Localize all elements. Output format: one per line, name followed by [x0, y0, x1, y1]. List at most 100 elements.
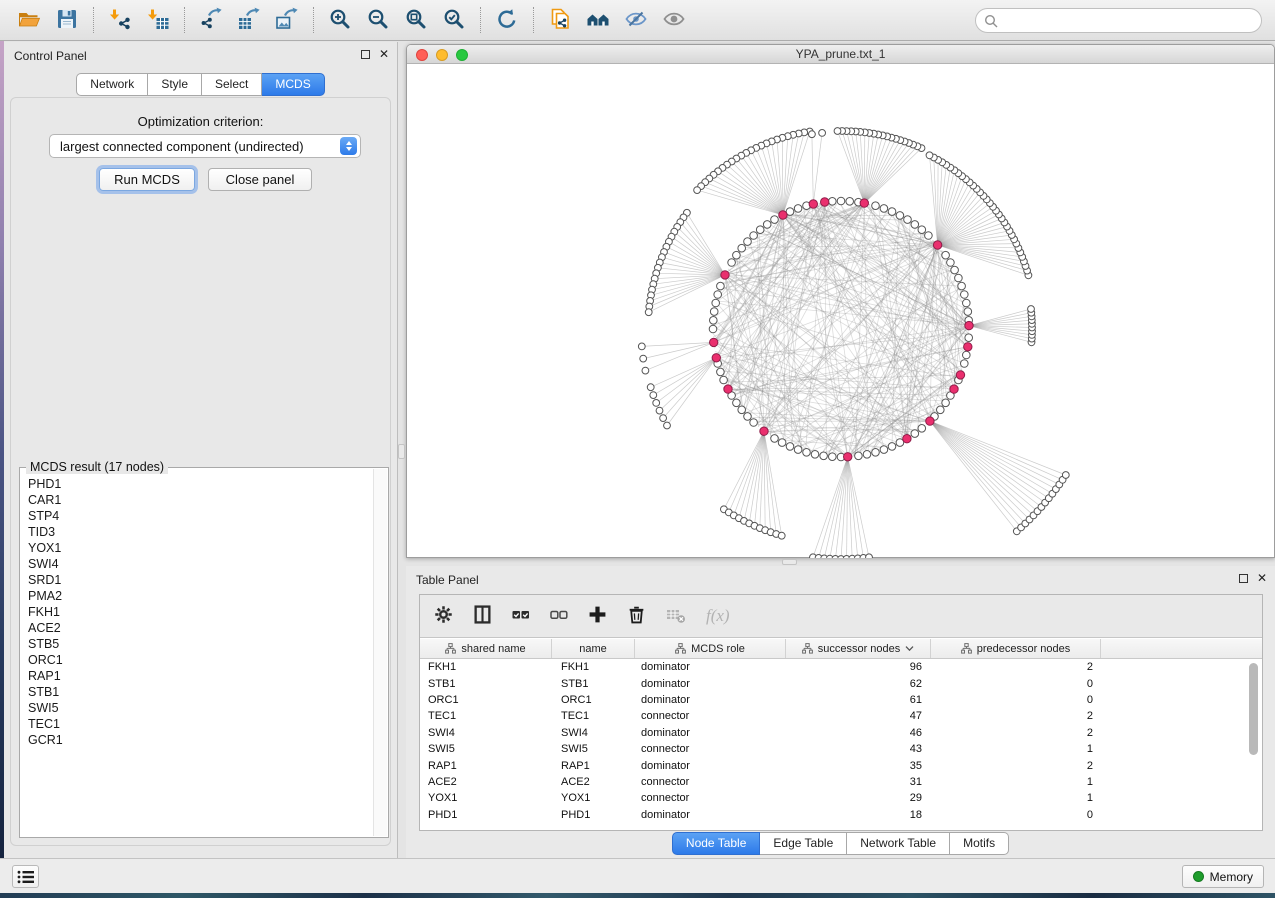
toolbar-separator	[184, 7, 185, 33]
column-type-icon	[802, 643, 813, 654]
column-header-MCDS-role[interactable]: MCDS role	[635, 639, 786, 658]
save-session-button[interactable]	[48, 3, 86, 37]
mcds-result-item[interactable]: ACE2	[21, 620, 373, 636]
table-row[interactable]: YOX1YOX1connector291	[420, 790, 1262, 806]
table-scrollbar-thumb[interactable]	[1249, 663, 1258, 755]
search-box[interactable]	[975, 8, 1262, 33]
table-options-button[interactable]	[434, 605, 453, 627]
mcds-result-item[interactable]: TEC1	[21, 716, 373, 732]
tab-node-table[interactable]: Node Table	[672, 832, 761, 855]
export-table-button[interactable]	[230, 3, 268, 37]
table-row[interactable]: ACE2ACE2connector311	[420, 774, 1262, 790]
cell-shared-name: RAP1	[420, 760, 552, 772]
mcds-result-item[interactable]: SWI4	[21, 556, 373, 572]
table-row[interactable]: ORC1ORC1dominator610	[420, 692, 1262, 708]
delete-columns-button[interactable]	[627, 605, 646, 627]
minimize-window-icon[interactable]	[436, 49, 448, 61]
column-header-name[interactable]: name	[552, 639, 635, 658]
float-panel-icon[interactable]	[1239, 574, 1248, 583]
network-window-titlebar[interactable]: YPA_prune.txt_1	[407, 45, 1274, 64]
float-panel-icon[interactable]	[361, 50, 370, 59]
import-table-button[interactable]	[139, 3, 177, 37]
mcds-result-item[interactable]: STP4	[21, 508, 373, 524]
apply-layout-button[interactable]	[488, 3, 526, 37]
mcds-hub-node	[860, 199, 868, 207]
mcds-hub-node	[710, 338, 718, 346]
tab-style[interactable]: Style	[148, 73, 202, 96]
mcds-list-scrollbar[interactable]	[373, 469, 387, 836]
zoom-out-button[interactable]	[359, 3, 397, 37]
cell-successor-nodes: 46	[786, 727, 931, 739]
tab-network-table[interactable]: Network Table	[847, 832, 950, 855]
cell-predecessor-nodes: 2	[931, 727, 1101, 739]
close-panel-icon[interactable]: ✕	[379, 48, 389, 60]
vertical-split-grip[interactable]	[398, 444, 405, 459]
tab-edge-table[interactable]: Edge Table	[760, 832, 847, 855]
zoom-fit-button[interactable]	[397, 3, 435, 37]
tab-motifs[interactable]: Motifs	[950, 832, 1009, 855]
maximize-window-icon[interactable]	[456, 49, 468, 61]
select-all-rows-button[interactable]	[512, 606, 530, 627]
table-row[interactable]: SWI4SWI4dominator462	[420, 725, 1262, 741]
column-header-successor-nodes[interactable]: successor nodes	[786, 639, 931, 658]
mcds-result-item[interactable]: RAP1	[21, 668, 373, 684]
mcds-result-item[interactable]: YOX1	[21, 540, 373, 556]
mcds-result-item[interactable]: SWI5	[21, 700, 373, 716]
table-row[interactable]: SWI5SWI5connector431	[420, 741, 1262, 757]
column-browser-button[interactable]	[473, 605, 492, 627]
cell-MCDS-role: dominator	[635, 727, 786, 739]
table-row[interactable]: STB1STB1dominator620	[420, 675, 1262, 691]
close-panel-button[interactable]: Close panel	[208, 168, 312, 191]
cell-MCDS-role: dominator	[635, 760, 786, 772]
run-mcds-button[interactable]: Run MCDS	[99, 168, 195, 191]
mcds-result-item[interactable]: TID3	[21, 524, 373, 540]
cell-predecessor-nodes: 1	[931, 776, 1101, 788]
column-header-predecessor-nodes[interactable]: predecessor nodes	[931, 639, 1101, 658]
mcds-result-item[interactable]: SRD1	[21, 572, 373, 588]
network-view-canvas[interactable]	[407, 65, 1274, 558]
export-network-button[interactable]	[192, 3, 230, 37]
close-panel-icon[interactable]: ✕	[1257, 572, 1267, 584]
unselect-all-rows-button[interactable]	[550, 606, 568, 627]
mcds-result-item[interactable]: PMA2	[21, 588, 373, 604]
mcds-result-item[interactable]: FKH1	[21, 604, 373, 620]
show-all-button[interactable]	[655, 3, 693, 37]
tab-network[interactable]: Network	[76, 73, 148, 96]
mcds-result-item[interactable]: CAR1	[21, 492, 373, 508]
horizontal-split-grip[interactable]	[782, 559, 797, 565]
column-header-filler	[1101, 639, 1262, 658]
export-image-button[interactable]	[268, 3, 306, 37]
create-column-button[interactable]	[588, 605, 607, 627]
zoom-in-button[interactable]	[321, 3, 359, 37]
tab-mcds[interactable]: MCDS	[262, 73, 324, 96]
cell-predecessor-nodes: 1	[931, 743, 1101, 755]
table-panel: Table Panel ✕ f(x) shared namenameMCDS r…	[406, 566, 1275, 858]
optimization-criterion-select[interactable]: largest connected component (undirected)	[49, 134, 361, 158]
open-session-button[interactable]	[10, 3, 48, 37]
mcds-result-item[interactable]: ORC1	[21, 652, 373, 668]
cell-shared-name: STB1	[420, 678, 552, 690]
zoom-selected-button[interactable]	[435, 3, 473, 37]
control-panel-title: Control Panel	[14, 49, 87, 63]
column-header-shared-name[interactable]: shared name	[420, 639, 552, 658]
table-panel-title: Table Panel	[416, 573, 479, 587]
search-input[interactable]	[1002, 10, 1253, 31]
zoom-selected-icon	[442, 7, 466, 34]
table-row[interactable]: FKH1FKH1dominator962	[420, 659, 1262, 675]
table-row[interactable]: RAP1RAP1dominator352	[420, 757, 1262, 773]
import-table-icon	[146, 7, 170, 34]
select-first-neighbors-button[interactable]	[579, 3, 617, 37]
mcds-result-item[interactable]: STB5	[21, 636, 373, 652]
hide-selected-button[interactable]	[617, 3, 655, 37]
new-network-from-selection-button[interactable]	[541, 3, 579, 37]
mcds-result-item[interactable]: STB1	[21, 684, 373, 700]
mcds-result-item[interactable]: PHD1	[21, 476, 373, 492]
mcds-result-item[interactable]: GCR1	[21, 732, 373, 748]
tab-select[interactable]: Select	[202, 73, 262, 96]
table-row[interactable]: TEC1TEC1connector472	[420, 708, 1262, 724]
automation-panel-button[interactable]	[12, 865, 39, 888]
import-network-button[interactable]	[101, 3, 139, 37]
memory-button[interactable]: Memory	[1182, 865, 1264, 888]
table-row[interactable]: PHD1PHD1dominator180	[420, 807, 1262, 823]
close-window-icon[interactable]	[416, 49, 428, 61]
